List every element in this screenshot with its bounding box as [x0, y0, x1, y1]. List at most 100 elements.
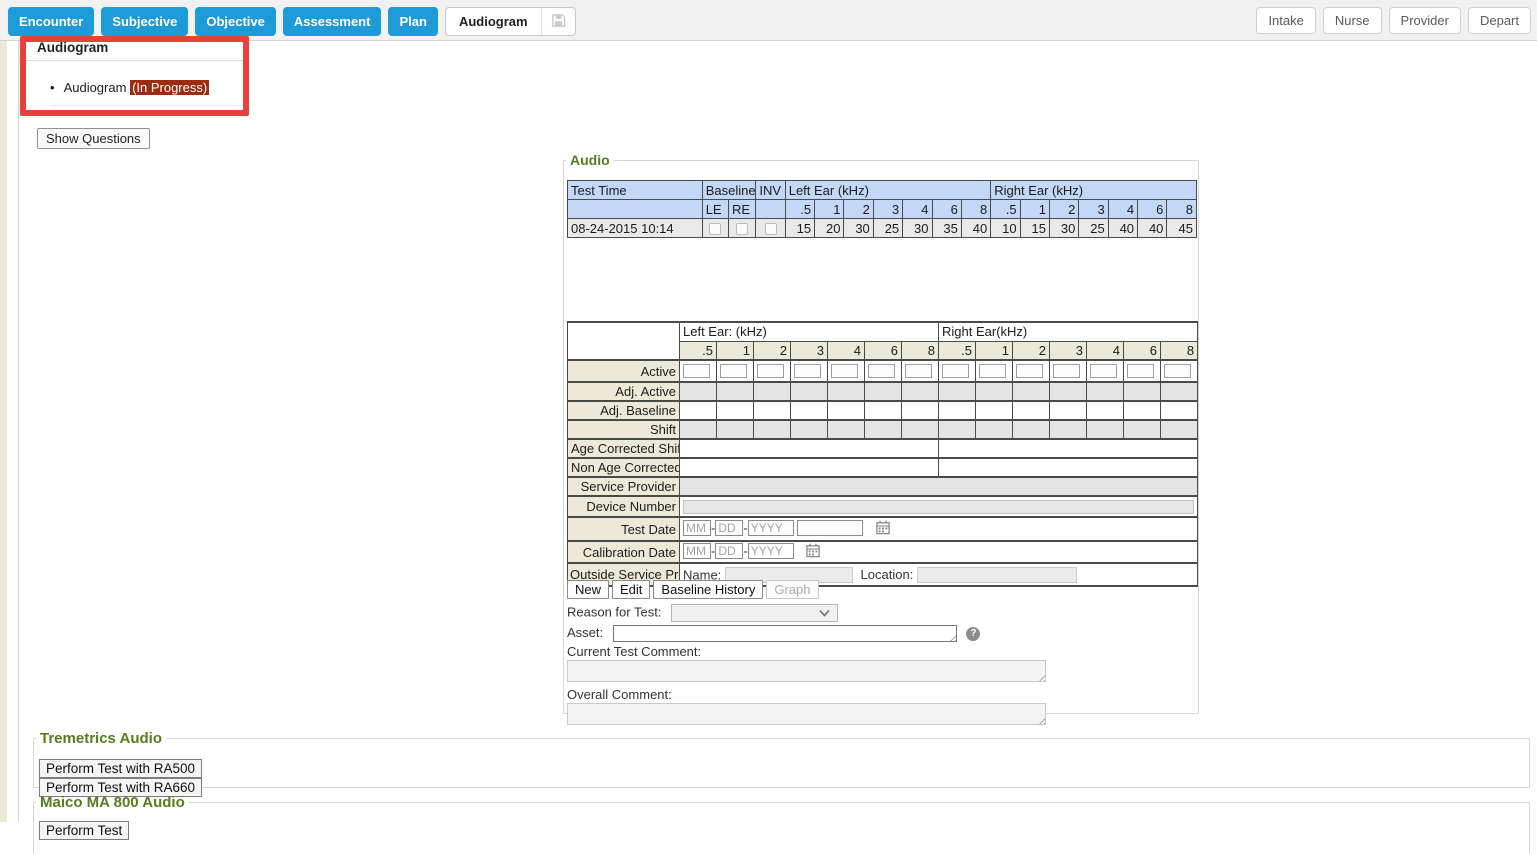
reason-for-test-select[interactable]	[671, 604, 838, 622]
graph-button: Graph	[766, 580, 818, 599]
asset-input[interactable]	[613, 625, 957, 642]
calendar-icon[interactable]	[875, 523, 891, 538]
shift-row: Shift	[568, 420, 1198, 439]
stage-button-group: Intake Nurse Provider Depart	[1256, 7, 1531, 34]
audio-detail-table: Left Ear: (kHz) Right Ear(kHz) .5 1 2 3 …	[567, 321, 1198, 587]
active-left-1-input[interactable]	[683, 364, 710, 378]
outside-provider-location-input[interactable]	[917, 567, 1077, 583]
left-splitter[interactable]	[18, 41, 19, 822]
test-date-dd-input[interactable]	[715, 520, 743, 536]
perform-test-button[interactable]: Perform Test	[39, 821, 129, 840]
calibration-date-row: Calibration Date --	[568, 541, 1198, 563]
active-right-1-input[interactable]	[942, 364, 969, 378]
audiogram-tab-label: Audiogram	[446, 8, 541, 35]
panel-item-divider	[50, 105, 243, 106]
tremetrics-legend: Tremetrics Audio	[36, 730, 166, 747]
baseline-le-checkbox[interactable]	[709, 223, 721, 235]
active-left-4-input[interactable]	[794, 364, 821, 378]
reason-for-test-label: Reason for Test:	[567, 604, 661, 619]
active-left-2-input[interactable]	[720, 364, 747, 378]
active-right-2-input[interactable]	[979, 364, 1006, 378]
col-re: RE	[729, 200, 756, 219]
provider-button[interactable]: Provider	[1389, 7, 1461, 34]
intake-button[interactable]: Intake	[1256, 7, 1315, 34]
plan-button[interactable]: Plan	[388, 7, 437, 36]
calendar-icon[interactable]	[805, 546, 821, 561]
location-label: Location:	[861, 567, 914, 582]
encounter-button[interactable]: Encounter	[8, 7, 94, 36]
panel-divider	[26, 60, 243, 61]
age-corrected-shift-row: Age Corrected Shift	[568, 439, 1198, 458]
audio-legend: Audio	[566, 152, 614, 168]
overall-comment-textarea[interactable]	[567, 703, 1046, 725]
edit-button[interactable]: Edit	[612, 580, 650, 599]
service-provider-value	[680, 477, 1198, 496]
service-provider-row: Service Provider	[568, 477, 1198, 496]
audio-section: Audio Test Time Baseline INV Left Ear (k…	[563, 152, 1199, 714]
audio-results-table: Test Time Baseline INV Left Ear (kHz) Ri…	[567, 180, 1197, 238]
audio-action-buttons: New Edit Baseline History Graph	[567, 580, 819, 599]
active-right-5-input[interactable]	[1090, 364, 1117, 378]
perform-test-ra500-button[interactable]: Perform Test with RA500	[39, 759, 202, 778]
nav-button-group: Encounter Subjective Objective Assessmen…	[8, 7, 576, 36]
active-right-4-input[interactable]	[1053, 364, 1080, 378]
assessment-button[interactable]: Assessment	[283, 7, 382, 36]
asset-label: Asset:	[567, 625, 603, 640]
help-icon[interactable]: ?	[966, 627, 980, 641]
audiogram-progress-item[interactable]: • Audiogram (In Progress)	[50, 80, 209, 95]
active-left-5-input[interactable]	[831, 364, 858, 378]
panel-title: Audiogram	[37, 40, 108, 55]
left-rail	[0, 41, 7, 822]
test-date-mm-input[interactable]	[683, 520, 711, 536]
non-age-corrected-shift-row: Non Age Corrected Shift	[568, 458, 1198, 477]
asset-row: Asset: ?	[567, 625, 980, 642]
test-date-yyyy-input[interactable]	[748, 520, 794, 536]
current-comment-label: Current Test Comment:	[567, 644, 701, 659]
top-toolbar: Encounter Subjective Objective Assessmen…	[0, 0, 1537, 41]
col-le: LE	[702, 200, 728, 219]
active-left-6-input[interactable]	[868, 364, 895, 378]
device-number-input[interactable]	[683, 500, 1194, 514]
col-left-ear: Left Ear (kHz)	[785, 181, 991, 200]
device-number-row: Device Number	[568, 496, 1198, 517]
depart-button[interactable]: Depart	[1468, 7, 1531, 34]
audiogram-item-label: Audiogram	[64, 80, 127, 95]
current-test-comment-textarea[interactable]	[567, 660, 1046, 682]
show-questions-button[interactable]: Show Questions	[37, 128, 150, 149]
overall-comment-label: Overall Comment:	[567, 687, 672, 702]
adj-active-row: Adj. Active	[568, 382, 1198, 401]
active-right-7-input[interactable]	[1164, 364, 1191, 378]
inv-checkbox[interactable]	[765, 223, 777, 235]
col-right-ear: Right Ear (kHz)	[991, 181, 1197, 200]
detail-right-ear-header: Right Ear(kHz)	[939, 322, 1198, 341]
active-row: Active	[568, 360, 1198, 382]
reason-for-test-row: Reason for Test:	[567, 604, 838, 622]
save-button[interactable]	[541, 8, 575, 35]
audio-test-row[interactable]: 08-24-2015 10:14 15 20 30 25 30 35 40 10…	[568, 219, 1197, 238]
adj-baseline-row: Adj. Baseline	[568, 401, 1198, 420]
nurse-button[interactable]: Nurse	[1323, 7, 1382, 34]
chevron-down-icon	[819, 609, 830, 617]
baseline-history-button[interactable]: Baseline History	[653, 580, 763, 599]
test-date-row: Test Date --	[568, 517, 1198, 541]
subjective-button[interactable]: Subjective	[101, 7, 188, 36]
active-left-3-input[interactable]	[757, 364, 784, 378]
calibration-date-mm-input[interactable]	[683, 543, 711, 559]
floppy-disk-icon	[551, 13, 566, 31]
active-right-3-input[interactable]	[1016, 364, 1043, 378]
status-badge: (In Progress)	[130, 80, 209, 95]
bullet-icon: •	[50, 80, 55, 95]
maico-legend: Maico MA 800 Audio	[36, 794, 189, 811]
audiogram-tab[interactable]: Audiogram	[445, 7, 576, 36]
col-baseline: Baseline	[702, 181, 756, 200]
active-left-7-input[interactable]	[905, 364, 932, 378]
objective-button[interactable]: Objective	[195, 7, 276, 36]
test-time-cell: 08-24-2015 10:14	[568, 219, 703, 238]
active-right-6-input[interactable]	[1127, 364, 1154, 378]
new-button[interactable]: New	[567, 580, 609, 599]
calibration-date-yyyy-input[interactable]	[748, 543, 794, 559]
maico-section: Maico MA 800 Audio Perform Test	[33, 794, 1530, 854]
baseline-re-checkbox[interactable]	[736, 223, 748, 235]
calibration-date-dd-input[interactable]	[715, 543, 743, 559]
test-time-input[interactable]	[797, 520, 863, 536]
